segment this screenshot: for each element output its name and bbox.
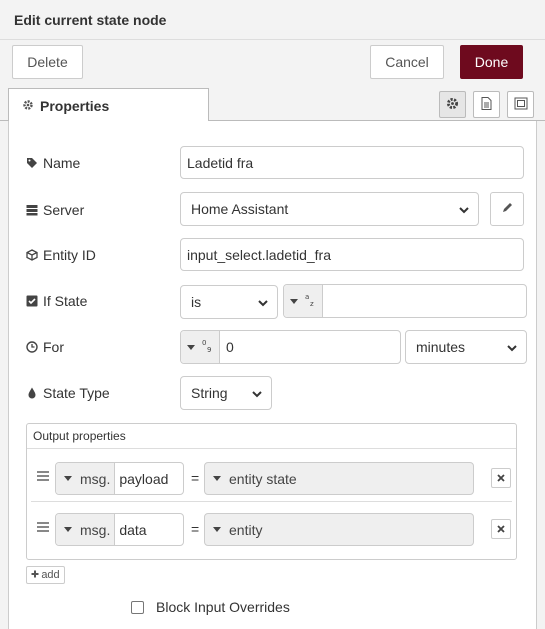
file-icon: [481, 96, 492, 113]
tag-icon: [26, 157, 38, 169]
caret-down-icon: [187, 344, 195, 350]
chevron-down-icon: [257, 296, 269, 312]
output-row: msg. data = entity: [31, 503, 512, 553]
appearance-tab-button[interactable]: [507, 91, 534, 118]
chevron-down-icon: [506, 341, 518, 357]
settings-tab-button[interactable]: [439, 91, 466, 118]
caret-down-icon: [213, 527, 221, 532]
number-type-icon: 09: [201, 339, 213, 356]
svg-text:a: a: [305, 293, 309, 301]
if-state-value-input[interactable]: az: [283, 284, 527, 318]
block-input-overrides-label: Block Input Overrides: [156, 599, 290, 615]
output-row: msg. payload = entity state: [31, 452, 512, 502]
gear-icon: [22, 98, 34, 114]
entity-id-input[interactable]: input_select.ladetid_fra: [180, 238, 524, 271]
pencil-icon: [501, 201, 513, 217]
block-input-overrides-row: Block Input Overrides: [131, 599, 290, 615]
type-selector-button[interactable]: az: [284, 285, 323, 317]
name-input[interactable]: Ladetid fra: [180, 146, 524, 179]
checkbox-checked-icon: [26, 295, 38, 307]
chevron-down-icon: [458, 203, 470, 219]
svg-text:9: 9: [207, 346, 211, 353]
output-value-select[interactable]: entity: [204, 513, 474, 546]
done-button[interactable]: Done: [460, 45, 523, 79]
description-tab-button[interactable]: [473, 91, 500, 118]
for-value-input[interactable]: 09 0: [180, 330, 401, 364]
cube-icon: [26, 249, 38, 261]
output-property-input[interactable]: msg. data: [55, 513, 184, 546]
output-properties-list: Output properties msg. payload = entity …: [26, 423, 517, 560]
string-type-icon: az: [304, 293, 316, 310]
server-icon: [26, 204, 38, 216]
output-value-select[interactable]: entity state: [204, 462, 474, 495]
type-selector-button[interactable]: msg.: [56, 463, 116, 494]
caret-down-icon: [213, 476, 221, 481]
server-label: Server: [26, 202, 84, 218]
tab-properties-label: Properties: [40, 97, 110, 114]
tab-properties[interactable]: Properties: [8, 88, 209, 122]
delete-button[interactable]: Delete: [12, 45, 83, 79]
output-property-input[interactable]: msg. payload: [55, 462, 184, 495]
gear-icon: [446, 97, 459, 113]
frame-icon: [514, 97, 528, 113]
dialog-title: Edit current state node: [14, 12, 167, 28]
drag-handle-icon[interactable]: [37, 471, 49, 481]
remove-row-button[interactable]: [491, 519, 511, 539]
equals-sign: =: [191, 470, 200, 486]
caret-down-icon: [64, 527, 72, 532]
add-output-button[interactable]: add: [26, 566, 65, 584]
state-type-label: State Type: [26, 385, 110, 401]
tint-icon: [26, 387, 38, 399]
dialog-titlebar: Edit current state node: [0, 0, 545, 40]
cancel-button[interactable]: Cancel: [370, 45, 444, 79]
equals-sign: =: [191, 521, 200, 537]
server-select[interactable]: Home Assistant: [180, 192, 479, 226]
if-state-operator-select[interactable]: is: [180, 285, 278, 319]
svg-text:0: 0: [202, 339, 206, 347]
plus-icon: [31, 569, 39, 581]
name-label: Name: [26, 155, 80, 171]
svg-text:z: z: [310, 300, 314, 307]
type-selector-button[interactable]: 09: [181, 331, 220, 363]
caret-down-icon: [64, 476, 72, 481]
entity-id-label: Entity ID: [26, 247, 96, 263]
for-label: For: [26, 339, 64, 355]
for-unit-select[interactable]: minutes: [405, 330, 527, 364]
if-state-label: If State: [26, 293, 87, 309]
chevron-down-icon: [251, 387, 263, 403]
block-input-overrides-checkbox[interactable]: [131, 600, 144, 614]
state-type-select[interactable]: String: [180, 376, 272, 410]
close-icon: [497, 522, 505, 536]
clock-icon: [26, 341, 38, 353]
drag-handle-icon[interactable]: [37, 522, 49, 532]
edit-server-button[interactable]: [490, 192, 524, 226]
remove-row-button[interactable]: [491, 468, 511, 488]
output-properties-header: Output properties: [33, 429, 126, 443]
close-icon: [497, 471, 505, 485]
type-selector-button[interactable]: msg.: [56, 514, 116, 545]
caret-down-icon: [290, 298, 298, 304]
